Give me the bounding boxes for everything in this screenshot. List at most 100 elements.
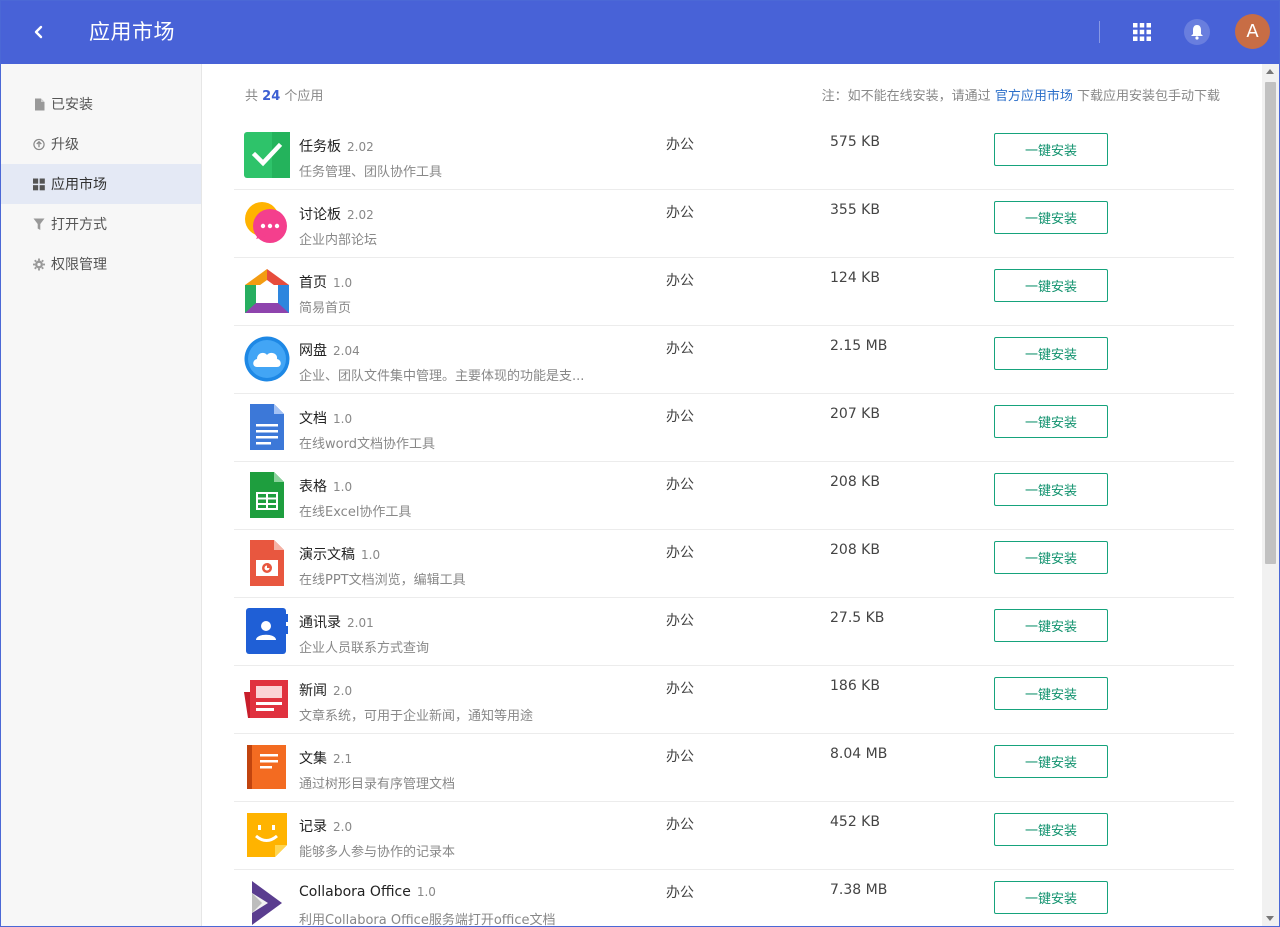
app-row: 新闻 2.0 文章系统，可用于企业新闻，通知等用途 办公 186 KB 一键安装 [234,666,1234,734]
app-description: 简易首页 [299,301,352,316]
install-button[interactable]: 一键安装 [994,881,1108,914]
app-description: 任务管理、团队协作工具 [299,165,443,180]
app-description: 企业内部论坛 [299,233,378,248]
homepage-icon [244,268,290,314]
app-size: 8.04 MB [830,746,888,762]
filter-icon [33,218,45,230]
app-size: 2.15 MB [830,338,888,354]
install-button[interactable]: 一键安装 [994,677,1108,710]
app-size: 207 KB [830,406,880,422]
sidebar-item-label: 已安装 [51,97,93,113]
app-list: 任务板 2.02 任务管理、团队协作工具 办公 575 KB 一键安装 讨论板 2.… [234,122,1234,927]
install-button[interactable]: 一键安装 [994,133,1108,166]
sidebar-item-label: 权限管理 [51,257,107,273]
install-button[interactable]: 一键安装 [994,201,1108,234]
install-button[interactable]: 一键安装 [994,745,1108,778]
gear-icon [33,258,45,270]
divider [1099,21,1100,43]
vertical-scrollbar[interactable] [1262,64,1279,926]
sidebar-item-permissions[interactable]: 权限管理 [1,244,201,284]
app-category: 办公 [666,477,694,493]
install-button[interactable]: 一键安装 [994,337,1108,370]
app-description: 利用Collabora Office服务端打开office文档 [299,913,556,927]
sidebar-item-app-market[interactable]: 应用市场 [1,164,201,204]
bell-icon [1191,25,1203,40]
document-icon [244,404,290,450]
app-name: 通讯录 2.01 [299,615,374,631]
scroll-up-arrow-icon[interactable] [1266,69,1274,74]
cloud-drive-icon [244,336,290,382]
app-name: 表格 1.0 [299,479,353,495]
app-size: 355 KB [830,202,880,218]
app-name: 讨论板 2.02 [299,207,374,223]
install-button[interactable]: 一键安装 [994,405,1108,438]
app-row: 任务板 2.02 任务管理、团队协作工具 办公 575 KB 一键安装 [234,122,1234,190]
sidebar-item-label: 升级 [51,137,79,153]
install-note: 注：如不能在线安装，请通过 官方应用市场 下载应用安装包手动下载 [822,85,1220,104]
app-size: 208 KB [830,542,880,558]
sidebar-item-open-with[interactable]: 打开方式 [1,204,201,244]
app-name: Collabora Office 1.0 [299,884,436,900]
discussion-icon [244,200,290,246]
collabora-icon [244,880,290,926]
app-category: 办公 [666,885,694,901]
app-row: 演示文稿 1.0 在线PPT文档浏览，编辑工具 办公 208 KB 一键安装 [234,530,1234,598]
presentation-icon [244,540,290,586]
app-count-summary: 共 24 个应用 [245,85,323,104]
install-button[interactable]: 一键安装 [994,813,1108,846]
app-description: 企业人员联系方式查询 [299,641,430,656]
notifications-button[interactable] [1184,19,1210,45]
app-name: 文档 1.0 [299,411,353,427]
install-button[interactable]: 一键安装 [994,541,1108,574]
app-category: 办公 [666,749,694,765]
taskboard-icon [244,132,290,178]
app-description: 在线PPT文档浏览，编辑工具 [299,573,466,588]
official-market-link[interactable]: 官方应用市场 [995,89,1073,104]
app-name: 新闻 2.0 [299,683,353,699]
app-name: 文集 2.1 [299,751,353,767]
summary-prefix: 共 [245,89,259,104]
scroll-down-arrow-icon[interactable] [1266,916,1274,921]
sidebar: 已安装 升级 应用市场 打开方式 权限管理 [1,64,202,926]
app-row: Collabora Office 1.0 利用Collabora Office服务… [234,870,1234,927]
app-size: 452 KB [830,814,880,830]
scroll-thumb[interactable] [1265,82,1276,564]
app-name: 演示文稿 1.0 [299,547,381,563]
app-category: 办公 [666,273,694,289]
app-description: 能够多人参与协作的记录本 [299,845,456,860]
sidebar-item-installed[interactable]: 已安装 [1,84,201,124]
install-button[interactable]: 一键安装 [994,269,1108,302]
app-count: 24 [262,89,281,104]
app-name: 首页 1.0 [299,275,353,291]
app-category: 办公 [666,205,694,221]
app-launcher-button[interactable] [1131,21,1153,43]
main-content: 共 24 个应用 注：如不能在线安装，请通过 官方应用市场 下载应用安装包手动下… [202,64,1262,927]
app-row: 网盘 2.04 企业、团队文件集中管理。主要体现的功能是支... 办公 2.15 … [234,326,1234,394]
sidebar-item-upgrade[interactable]: 升级 [1,124,201,164]
top-bar: 应用市场 A [1,1,1279,64]
avatar[interactable]: A [1235,14,1270,49]
back-button[interactable] [25,17,53,47]
app-window: 应用市场 A 已安装 升级 应用市场 打开方式 权限管理 共 24 个应用 注：… [0,0,1280,927]
notes-icon [244,812,290,858]
app-size: 7.38 MB [830,882,888,898]
install-button[interactable]: 一键安装 [994,609,1108,642]
app-row: 讨论板 2.02 企业内部论坛 办公 355 KB 一键安装 [234,190,1234,258]
app-description: 企业、团队文件集中管理。主要体现的功能是支... [299,369,585,384]
app-name: 记录 2.0 [299,819,353,835]
apps-grid-icon [1133,23,1151,41]
app-size: 186 KB [830,678,880,694]
app-category: 办公 [666,545,694,561]
app-category: 办公 [666,409,694,425]
chevron-left-icon [34,25,43,39]
file-icon [33,98,45,110]
sidebar-item-label: 应用市场 [51,177,107,193]
note-suffix: 下载应用安装包手动下载 [1076,89,1220,104]
install-button[interactable]: 一键安装 [994,473,1108,506]
app-row: 文集 2.1 通过树形目录有序管理文档 办公 8.04 MB 一键安装 [234,734,1234,802]
app-category: 办公 [666,613,694,629]
app-description: 在线Excel协作工具 [299,505,412,520]
app-size: 575 KB [830,134,880,150]
sidebar-item-label: 打开方式 [51,217,107,233]
app-row: 表格 1.0 在线Excel协作工具 办公 208 KB 一键安装 [234,462,1234,530]
